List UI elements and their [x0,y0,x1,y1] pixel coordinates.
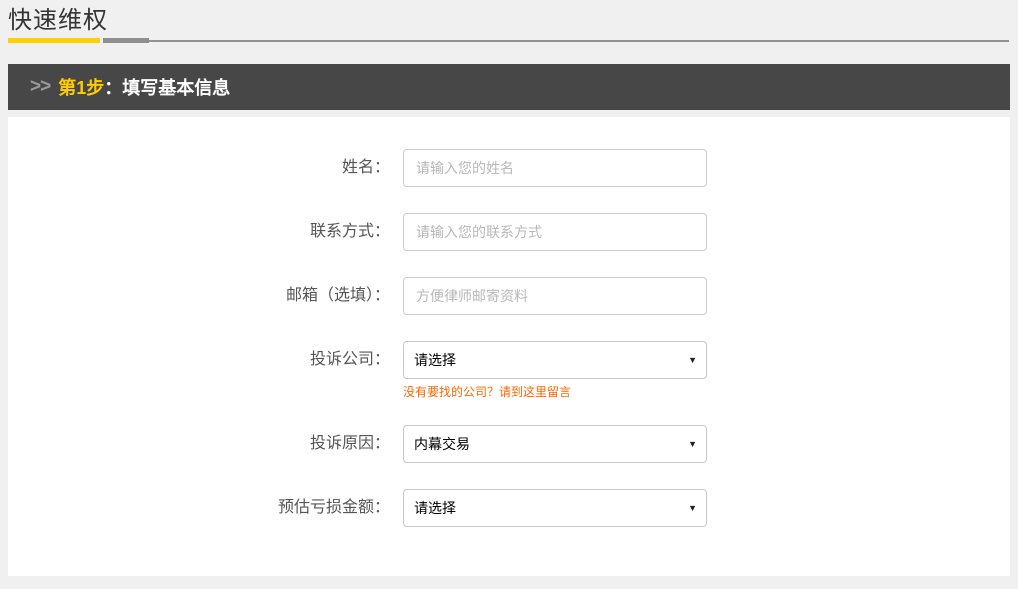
complaint-company-label: 投诉公司： [8,341,403,379]
estimated-loss-label: 预估亏损金额： [8,489,403,527]
estimated-loss-select[interactable]: 请选择 [403,489,707,527]
form-row-complaint-reason: 投诉原因： 内幕交易 ▼ [8,425,1010,463]
name-label: 姓名： [8,149,403,187]
complaint-company-select-wrap: 请选择 ▼ [403,341,707,379]
estimated-loss-select-wrap: 请选择 ▼ [403,489,707,527]
form-panel: 姓名： 联系方式： 邮箱（选填）： 投诉公司： 请选择 ▼ 没有要找的公司？请到… [8,117,1010,576]
step-title: 填写基本信息 [122,74,230,100]
underline-gray-segment [103,38,149,43]
step-number: 第1步 [58,74,104,100]
page-title: 快速维权 [8,7,1010,35]
page-header: 快速维权 [0,0,1018,43]
step-header-bar: >> 第1步 ： 填写基本信息 [8,64,1010,110]
form-row-name: 姓名： [8,149,1010,187]
company-help-row: 没有要找的公司？请到这里留言 [403,383,1010,401]
chevron-right-icon: >> [30,76,50,98]
form-row-complaint-company: 投诉公司： 请选择 ▼ [8,341,1010,379]
complaint-reason-select-wrap: 内幕交易 ▼ [403,425,707,463]
company-feedback-link[interactable]: 没有要找的公司？请到这里留言 [403,385,571,399]
complaint-reason-label: 投诉原因： [8,425,403,463]
form-row-email: 邮箱（选填）： [8,277,1010,315]
contact-input[interactable] [403,213,707,251]
form-row-estimated-loss: 预估亏损金额： 请选择 ▼ [8,489,1010,527]
name-input[interactable] [403,149,707,187]
complaint-reason-select[interactable]: 内幕交易 [403,425,707,463]
email-label: 邮箱（选填）： [8,277,403,315]
divider-line [149,40,1009,42]
contact-label: 联系方式： [8,213,403,251]
complaint-company-select[interactable]: 请选择 [403,341,707,379]
email-input[interactable] [403,277,707,315]
title-underline [8,38,1010,43]
form-row-contact: 联系方式： [8,213,1010,251]
underline-yellow-segment [8,38,100,43]
step-separator: ： [104,74,122,100]
